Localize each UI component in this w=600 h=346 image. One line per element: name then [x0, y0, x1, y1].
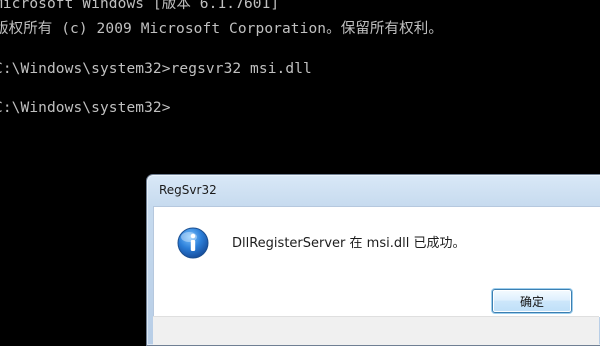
dialog-title: RegSvr32	[159, 183, 217, 197]
dialog-message: DllRegisterServer 在 msi.dll 已成功。	[232, 236, 466, 251]
regsvr32-dialog: RegSvr32 DllRegisterServer 在 msi.dll 已成功…	[146, 174, 600, 346]
ok-button[interactable]: 确定	[492, 289, 572, 313]
dialog-footer	[153, 316, 599, 345]
console-line-command: C:\Windows\system32>regsvr32 msi.dll	[0, 61, 312, 77]
console-line-copyright: 版权所有 (c) 2009 Microsoft Corporation。保留所有…	[0, 21, 443, 37]
info-icon	[177, 227, 209, 259]
console-line-prompt: C:\Windows\system32>	[0, 100, 171, 116]
dialog-titlebar: RegSvr32	[147, 175, 600, 206]
console-line-version: Microsoft Windows [版本 6.1.7601]	[0, 0, 280, 12]
